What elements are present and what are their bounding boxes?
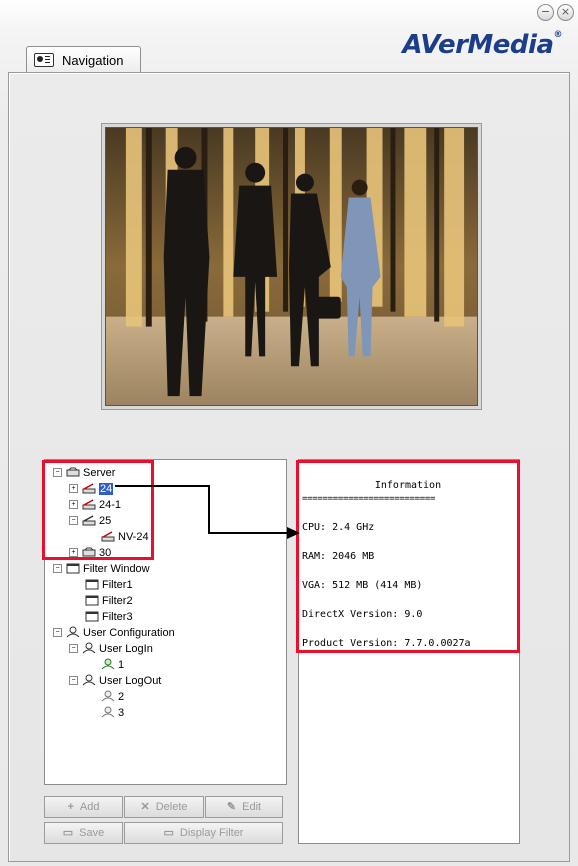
tree-node-user-configuration[interactable]: − User Configuration xyxy=(53,625,175,641)
user-icon xyxy=(101,690,115,702)
edit-icon: ✎ xyxy=(226,801,237,813)
collapse-toggle[interactable]: − xyxy=(53,563,62,573)
filter-window-icon xyxy=(66,563,80,574)
information-highlight-box xyxy=(296,460,520,653)
edit-button[interactable]: ✎ Edit xyxy=(205,796,283,818)
collapse-toggle[interactable]: − xyxy=(69,675,78,685)
tree-node-filter3[interactable]: Filter3 xyxy=(85,609,133,625)
tree-node-filter1[interactable]: Filter1 xyxy=(85,577,133,593)
delete-icon: ✕ xyxy=(140,801,150,813)
tree-node-login-user-1[interactable]: 1 xyxy=(101,657,124,673)
user-icon xyxy=(101,706,115,718)
filter-window-icon xyxy=(85,579,99,590)
display-filter-button[interactable]: ▭ Display Filter xyxy=(124,822,283,844)
live-view-frame xyxy=(101,123,482,410)
user-icon xyxy=(82,642,96,654)
user-icon xyxy=(66,626,80,638)
delete-button[interactable]: ✕ Delete xyxy=(124,796,204,818)
add-button[interactable]: + Add xyxy=(44,796,123,818)
collapse-toggle[interactable]: − xyxy=(69,643,78,653)
minimize-icon: − xyxy=(540,5,551,18)
navigation-tab-icon xyxy=(34,53,54,67)
live-view-image xyxy=(105,127,478,406)
tab-navigation[interactable]: Navigation xyxy=(26,46,141,73)
minimize-button[interactable]: − xyxy=(537,4,554,21)
app-window: − × AVerMedia® Navigation − Server + 24 … xyxy=(0,0,578,866)
filter-window-icon xyxy=(85,595,99,606)
close-button[interactable]: × xyxy=(557,4,574,21)
add-icon: + xyxy=(67,801,74,813)
arrow-icon xyxy=(115,485,300,539)
save-icon: ▭ xyxy=(62,827,74,839)
tree-node-filter-window[interactable]: − Filter Window xyxy=(53,561,150,577)
user-icon xyxy=(82,674,96,686)
tree-node-logout-user-3[interactable]: 3 xyxy=(101,705,124,721)
brand-logo: AVerMedia® xyxy=(402,30,562,60)
collapse-toggle[interactable]: − xyxy=(53,627,62,637)
save-button[interactable]: ▭ Save xyxy=(44,822,123,844)
tree-node-user-login[interactable]: − User LogIn xyxy=(69,641,153,657)
tab-navigation-label: Navigation xyxy=(62,53,124,68)
tree-node-filter2[interactable]: Filter2 xyxy=(85,593,133,609)
display-filter-icon: ▭ xyxy=(163,827,174,839)
tree-node-logout-user-2[interactable]: 2 xyxy=(101,689,124,705)
close-icon: × xyxy=(560,5,571,18)
filter-window-icon xyxy=(85,611,99,622)
user-icon xyxy=(101,658,115,670)
tree-node-user-logout[interactable]: − User LogOut xyxy=(69,673,161,689)
